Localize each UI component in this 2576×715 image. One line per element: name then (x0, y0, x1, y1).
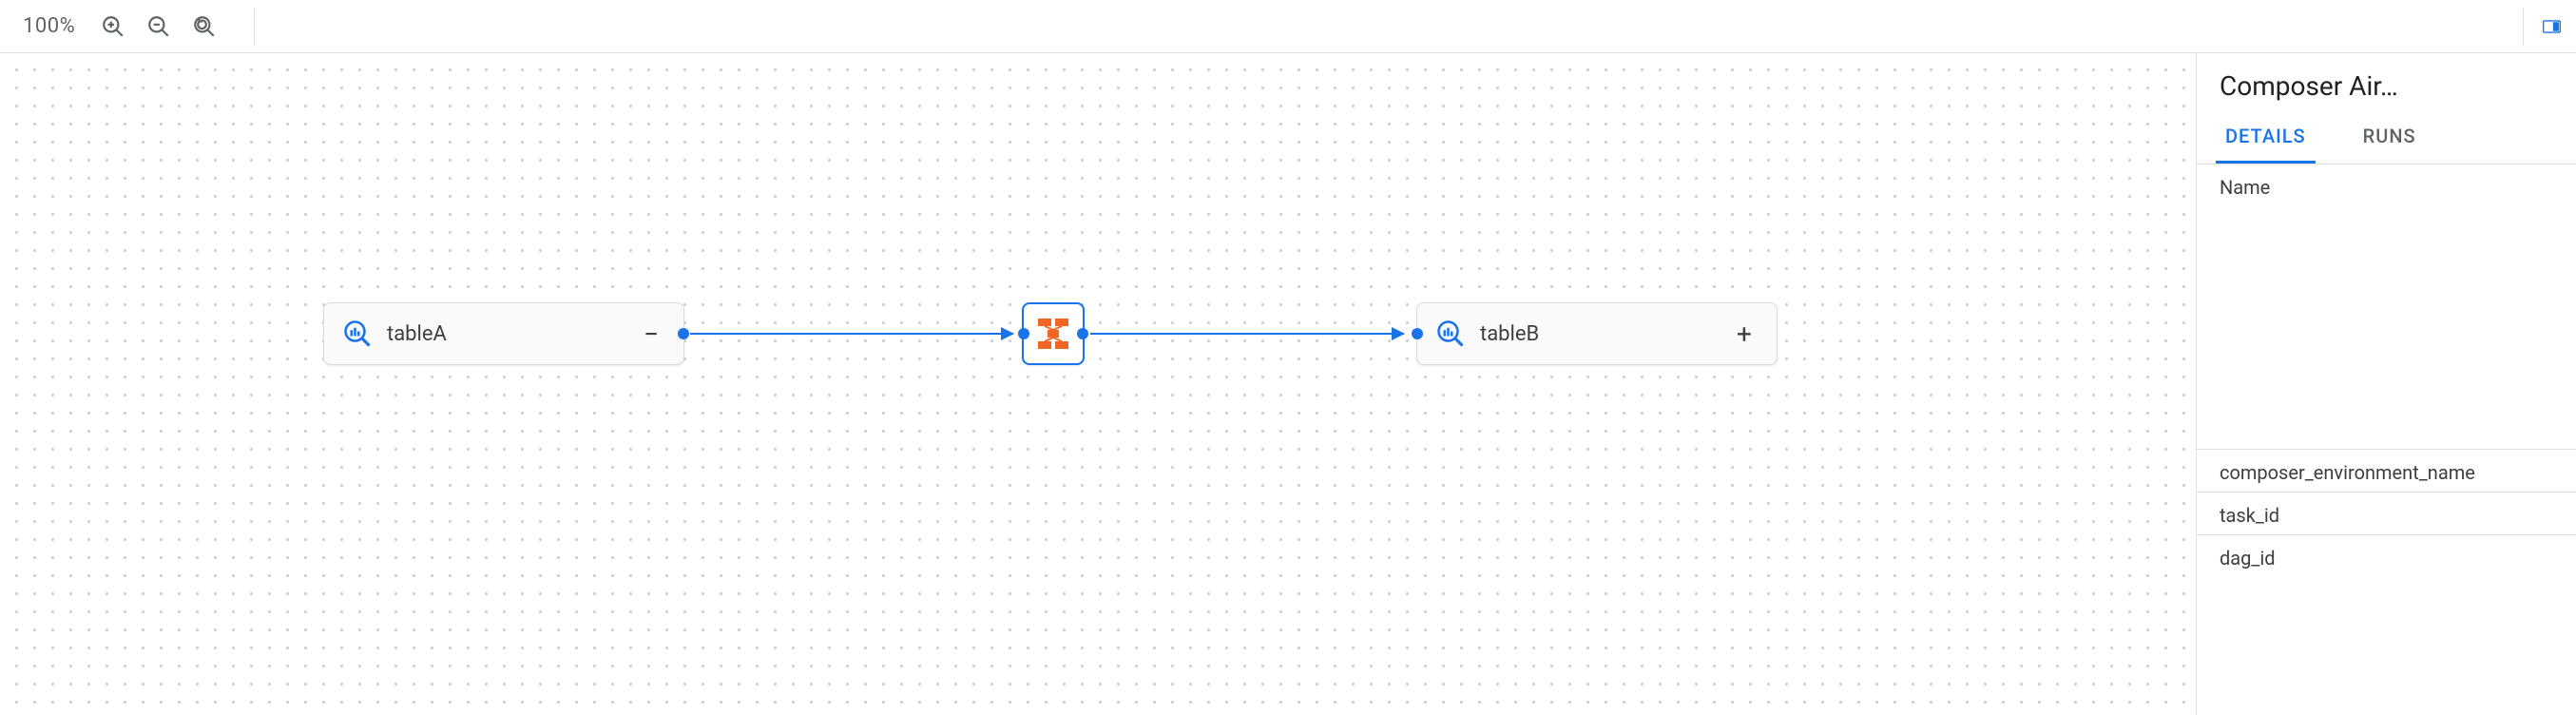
dataform-icon (1034, 315, 1072, 353)
node-table-b[interactable]: tableB + (1416, 302, 1778, 365)
node-a-label: tableA (387, 322, 623, 346)
bigquery-icon (343, 319, 372, 348)
zoom-in-icon[interactable] (100, 13, 126, 40)
details-panel: Composer Air… DETAILS RUNS Name composer… (2196, 53, 2576, 715)
panel-toggle-icon[interactable] (2523, 8, 2561, 46)
toolbar: 100% (0, 0, 2576, 53)
toolbar-separator (254, 9, 255, 45)
field-name[interactable]: Name (2197, 164, 2576, 450)
collapse-icon[interactable]: − (638, 320, 664, 347)
expand-icon[interactable]: + (1731, 320, 1758, 347)
main: tableA − (0, 53, 2576, 715)
field-composer-environment-name[interactable]: composer_environment_name (2197, 450, 2576, 493)
zoom-reset-icon[interactable] (191, 13, 218, 40)
tab-runs[interactable]: RUNS (2354, 111, 2426, 164)
zoom-out-icon[interactable] (145, 13, 172, 40)
node-center-input-port[interactable] (1018, 328, 1029, 339)
node-b-label: tableB (1480, 322, 1716, 346)
field-dag-id[interactable]: dag_id (2197, 535, 2576, 577)
bigquery-icon (1436, 319, 1465, 348)
edge-a-to-center[interactable] (690, 333, 1013, 335)
node-center-output-port[interactable] (1077, 328, 1088, 339)
tab-details[interactable]: DETAILS (2216, 111, 2316, 164)
node-b-input-port[interactable] (1412, 328, 1423, 339)
pipeline-canvas[interactable]: tableA − (0, 53, 2196, 715)
panel-tabs: DETAILS RUNS (2197, 111, 2576, 164)
node-composer-task[interactable] (1022, 302, 1085, 365)
field-task-id[interactable]: task_id (2197, 493, 2576, 535)
node-a-output-port[interactable] (678, 328, 689, 339)
node-table-a[interactable]: tableA − (323, 302, 684, 365)
panel-fields: Name composer_environment_name task_id d… (2197, 164, 2576, 715)
zoom-level-label: 100% (23, 14, 75, 38)
panel-title: Composer Air… (2197, 53, 2576, 111)
edge-center-to-b[interactable] (1090, 333, 1404, 335)
